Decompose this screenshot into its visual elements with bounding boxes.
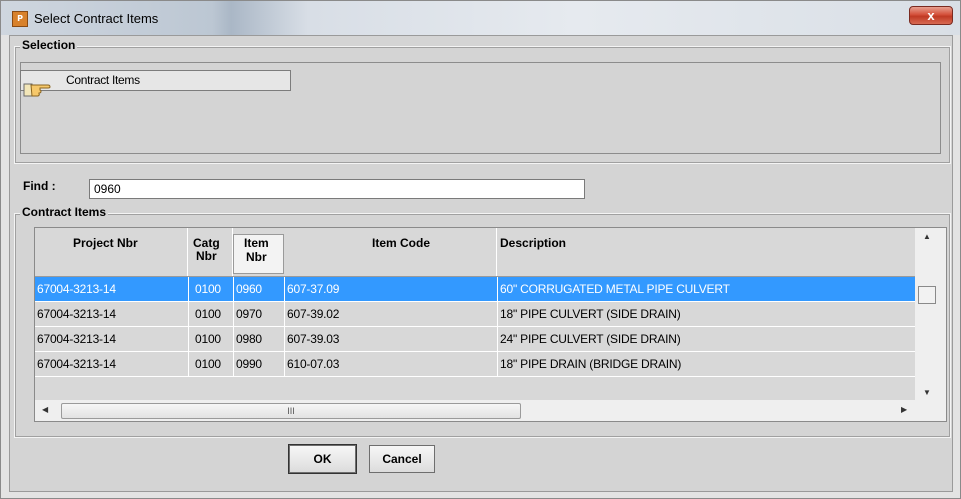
column-header-item-code-label: Item Code — [372, 236, 431, 250]
title-bar[interactable]: P Select Contract Items x — [1, 1, 960, 35]
close-button[interactable]: x — [909, 6, 953, 25]
column-header-catg-nbr[interactable]: Catg Nbr — [188, 228, 233, 276]
cell-catg-nbr: 0100 — [195, 307, 221, 321]
scroll-left-arrow-icon[interactable]: ◀ — [42, 405, 48, 414]
column-header-item-code[interactable]: Item Code — [284, 228, 497, 276]
scroll-down-arrow-icon[interactable]: ▼ — [923, 388, 931, 397]
column-header-catg-label-2: Nbr — [196, 249, 217, 263]
cancel-button[interactable]: Cancel — [369, 445, 435, 473]
cell-description: 18" PIPE CULVERT (SIDE DRAIN) — [500, 307, 681, 321]
contract-items-selection-label: Contract Items — [66, 73, 140, 87]
table-row[interactable]: 67004-3213-14 0100 0990 610-07.03 18" PI… — [35, 352, 915, 377]
column-header-item-nbr[interactable]: Item Nbr — [233, 234, 284, 274]
cell-item-nbr: 0960 — [236, 282, 262, 296]
scroll-right-arrow-icon[interactable]: ▶ — [901, 405, 907, 414]
cell-catg-nbr: 0100 — [195, 332, 221, 346]
window-title: Select Contract Items — [34, 11, 159, 26]
cell-item-code: 607-37.09 — [287, 282, 340, 296]
horizontal-scroll-thumb[interactable]: III — [61, 403, 521, 419]
pointing-hand-icon — [23, 83, 51, 97]
column-header-project-nbr-label: Project Nbr — [73, 236, 138, 250]
cell-description: 18" PIPE DRAIN (BRIDGE DRAIN) — [500, 357, 682, 371]
horizontal-scrollbar[interactable]: ◀ III ▶ — [35, 400, 915, 421]
cell-project-nbr: 67004-3213-14 — [37, 282, 116, 296]
column-header-description[interactable]: Description — [497, 228, 915, 276]
column-header-description-label: Description — [500, 236, 567, 250]
scroll-up-arrow-icon[interactable]: ▲ — [923, 232, 931, 241]
table-row-empty — [35, 377, 915, 400]
contract-items-selection-button[interactable] — [20, 70, 291, 91]
cell-project-nbr: 67004-3213-14 — [37, 307, 116, 321]
cell-project-nbr: 67004-3213-14 — [37, 332, 116, 346]
cell-item-code: 607-39.02 — [287, 307, 340, 321]
cell-item-nbr: 0980 — [236, 332, 262, 346]
contract-items-group-label: Contract Items — [20, 205, 109, 219]
table-row[interactable]: 67004-3213-14 0100 0960 607-37.09 60" CO… — [35, 277, 915, 302]
column-header-item-label-1: Item — [244, 236, 269, 250]
cell-item-nbr: 0970 — [236, 307, 262, 321]
table-row[interactable]: 67004-3213-14 0100 0980 607-39.03 24" PI… — [35, 327, 915, 352]
find-label: Find : — [23, 179, 56, 193]
cell-item-code: 607-39.03 — [287, 332, 340, 346]
cell-description: 24" PIPE CULVERT (SIDE DRAIN) — [500, 332, 681, 346]
column-header-project-nbr[interactable]: Project Nbr — [35, 228, 188, 276]
app-icon: P — [12, 11, 28, 27]
cell-description: 60" CORRUGATED METAL PIPE CULVERT — [500, 282, 730, 296]
column-header-item-label-2: Nbr — [246, 250, 267, 264]
contract-items-grid: Project Nbr Catg Nbr Item Nbr Item Code … — [34, 227, 947, 422]
vertical-scrollbar[interactable]: ▲ ▼ — [915, 228, 946, 400]
scrollbar-corner — [915, 400, 946, 421]
selection-group-label: Selection — [20, 38, 78, 52]
cell-project-nbr: 67004-3213-14 — [37, 357, 116, 371]
grid-header: Project Nbr Catg Nbr Item Nbr Item Code … — [35, 228, 915, 277]
find-input[interactable] — [89, 179, 585, 199]
cell-catg-nbr: 0100 — [195, 357, 221, 371]
close-icon: x — [927, 8, 935, 23]
ok-button[interactable]: OK — [289, 445, 356, 473]
cell-item-nbr: 0990 — [236, 357, 262, 371]
vertical-scroll-thumb[interactable] — [918, 286, 936, 304]
table-row[interactable]: 67004-3213-14 0100 0970 607-39.02 18" PI… — [35, 302, 915, 327]
scroll-grip-icon: III — [287, 406, 295, 416]
cell-catg-nbr: 0100 — [195, 282, 221, 296]
cell-item-code: 610-07.03 — [287, 357, 340, 371]
